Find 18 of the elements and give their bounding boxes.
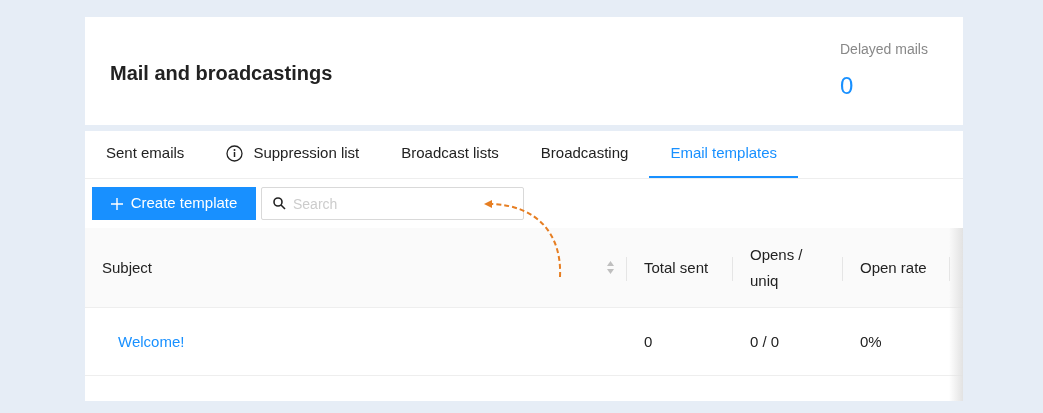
tab[interactable]: Broadcast lists xyxy=(380,131,520,178)
stat-label: Delayed mails xyxy=(840,40,928,59)
table-cell: 0% xyxy=(860,332,882,350)
table-cell: 0 / 0 xyxy=(750,332,780,350)
table-cell: 0 xyxy=(644,332,653,350)
column-header: Total sent xyxy=(644,257,709,278)
search-icon xyxy=(273,197,286,210)
page-title: Mail and broadcastings xyxy=(110,61,333,86)
tab[interactable]: Suppression list xyxy=(205,131,381,178)
column-header: Subject xyxy=(102,257,153,278)
tab[interactable]: Sent emails xyxy=(106,131,206,178)
info-icon xyxy=(226,145,244,162)
stat-value: 0 xyxy=(840,71,854,101)
plus-icon xyxy=(110,197,123,210)
column-header: Opens / uniq xyxy=(750,244,804,291)
column-header: Open rate xyxy=(860,257,927,278)
sort-icon[interactable] xyxy=(606,260,615,275)
tab[interactable]: Broadcasting xyxy=(519,131,650,178)
